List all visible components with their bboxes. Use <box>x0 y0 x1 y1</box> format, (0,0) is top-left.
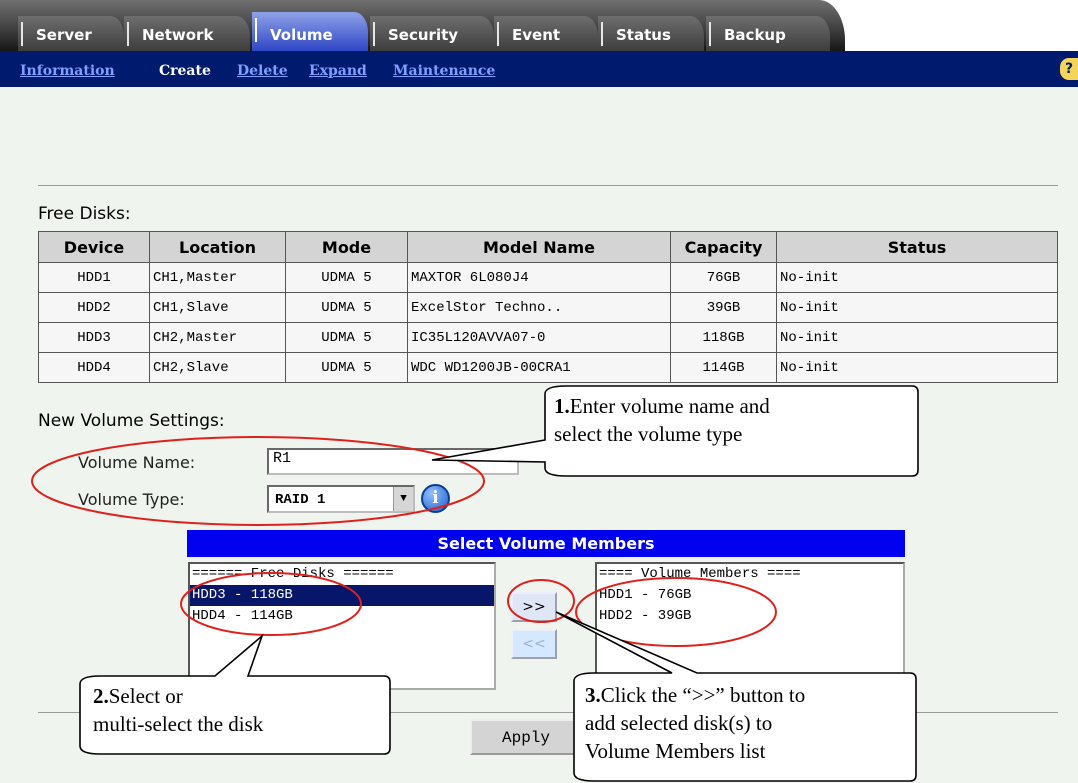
callout-3-line-3: Volume Members list <box>585 739 766 763</box>
callout-3-line-2: add selected disk(s) to <box>585 711 773 735</box>
annotation-overlay <box>31 385 919 782</box>
callout-3-number: 3. <box>585 683 601 707</box>
callout-1-text: 1.Enter volume name and select the volum… <box>554 392 770 448</box>
callout-1-number: 1. <box>554 394 570 418</box>
highlight-ellipse-free-disk <box>180 572 362 636</box>
callout-2-line-1: Select or <box>108 684 183 708</box>
callout-2-number: 2. <box>93 684 109 708</box>
callout-2-text: 2.Select or multi-select the disk <box>93 682 263 738</box>
callout-3-text: 3.Click the “>>” button to add selected … <box>585 681 805 765</box>
callout-2-line-2: multi-select the disk <box>93 712 264 736</box>
callout-1-line-1: Enter volume name and <box>569 394 770 418</box>
highlight-ellipse-settings <box>31 436 485 526</box>
callout-1-line-2: select the volume type <box>554 422 743 446</box>
callout-3-line-1: Click the “>>” button to <box>600 683 806 707</box>
